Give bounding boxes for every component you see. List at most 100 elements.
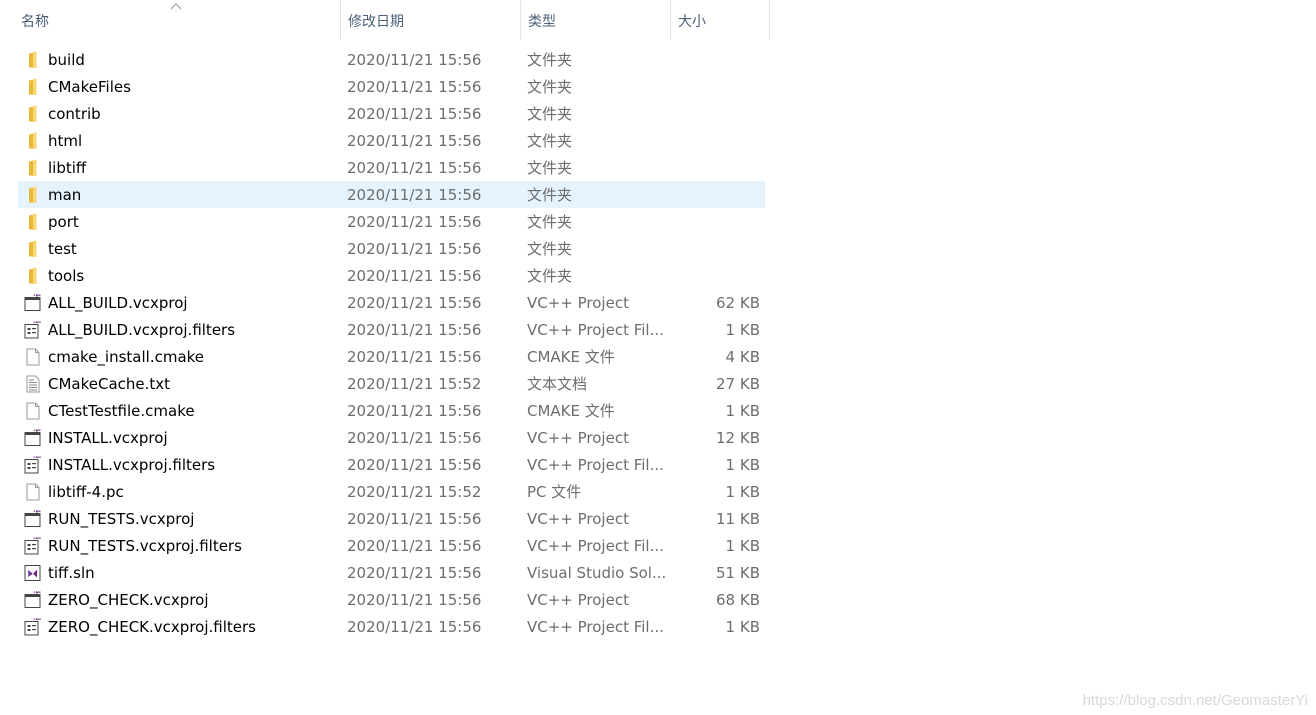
file-size: 27 KB <box>716 375 760 393</box>
file-row[interactable]: cmake_install.cmake 2020/11/21 15:56 CMAKE… <box>18 343 765 370</box>
folder-icon <box>24 267 42 285</box>
file-name: test <box>48 240 77 258</box>
file-date: 2020/11/21 15:56 <box>347 159 482 177</box>
file-row[interactable]: INSTALL.vcxproj.filters 2020/11/21 15:56 V… <box>18 451 765 478</box>
file-type: CMAKE 文件 <box>527 402 615 420</box>
vcxproj-icon <box>24 294 42 312</box>
file-date: 2020/11/21 15:56 <box>347 564 482 582</box>
file-row[interactable]: INSTALL.vcxproj 2020/11/21 15:56 VC++ Proj… <box>18 424 765 451</box>
folder-icon <box>24 51 42 69</box>
file-size: 11 KB <box>716 510 760 528</box>
column-header-type[interactable]: 类型 <box>520 0 670 40</box>
file-type: 文件夹 <box>527 213 573 231</box>
file-size: 4 KB <box>725 348 760 366</box>
file-row[interactable]: RUN_TESTS.vcxproj.filters 2020/11/21 15:5… <box>18 532 765 559</box>
file-name: CTestTestfile.cmake <box>48 402 195 420</box>
file-row[interactable]: test 2020/11/21 15:56 文件夹 <box>18 235 765 262</box>
file-row[interactable]: ZERO_CHECK.vcxproj 2020/11/21 15:56 VC++ P… <box>18 586 765 613</box>
file-type: 文件夹 <box>527 105 573 123</box>
file-name: port <box>48 213 79 231</box>
file-name: build <box>48 51 85 69</box>
file-name: INSTALL.vcxproj.filters <box>48 456 216 474</box>
vcxproj-filters-icon <box>24 456 42 474</box>
file-type: VC++ Project <box>527 510 629 528</box>
file-date: 2020/11/21 15:52 <box>347 483 482 501</box>
file-size <box>670 235 760 262</box>
file-name: cmake_install.cmake <box>48 348 205 366</box>
file-size <box>670 262 760 289</box>
file-name: ZERO_CHECK.vcxproj <box>48 591 209 609</box>
file-size: 1 KB <box>725 483 760 501</box>
vcxproj-icon <box>24 591 42 609</box>
file-type: 文件夹 <box>527 186 573 204</box>
file-size: 68 KB <box>716 591 760 609</box>
file-name: libtiff-4.pc <box>48 483 124 501</box>
file-date: 2020/11/21 15:56 <box>347 348 482 366</box>
file-row[interactable]: libtiff 2020/11/21 15:56 文件夹 <box>18 154 765 181</box>
file-name: html <box>48 132 83 150</box>
file-date: 2020/11/21 15:56 <box>347 618 482 636</box>
file-name: man <box>48 186 82 204</box>
file-name: RUN_TESTS.vcxproj <box>48 510 195 528</box>
file-date: 2020/11/21 15:56 <box>347 537 482 555</box>
file-name: INSTALL.vcxproj <box>48 429 168 447</box>
file-date: 2020/11/21 15:52 <box>347 375 482 393</box>
watermark: https://blog.csdn.net/GeomasterYi <box>1082 692 1308 709</box>
file-name: libtiff <box>48 159 87 177</box>
file-name: CMakeCache.txt <box>48 375 171 393</box>
column-header-size[interactable]: 大小 <box>670 0 770 40</box>
file-row[interactable]: ALL_BUILD.vcxproj.filters 2020/11/21 15:5… <box>18 316 765 343</box>
file-size <box>670 208 760 235</box>
file-row[interactable]: RUN_TESTS.vcxproj 2020/11/21 15:56 VC++ Pr… <box>18 505 765 532</box>
file-row[interactable]: ALL_BUILD.vcxproj 2020/11/21 15:56 VC++ Pr… <box>18 289 765 316</box>
file-icon <box>24 348 42 366</box>
file-size: 1 KB <box>725 618 760 636</box>
file-size <box>670 100 760 127</box>
file-type: VC++ Project Fil... <box>527 537 664 555</box>
file-name: ALL_BUILD.vcxproj <box>48 294 188 312</box>
file-size <box>670 127 760 154</box>
file-row[interactable]: CTestTestfile.cmake 2020/11/21 15:56 CMAKE… <box>18 397 765 424</box>
file-row[interactable]: man 2020/11/21 15:56 文件夹 <box>18 181 765 208</box>
file-type: VC++ Project <box>527 429 629 447</box>
file-row[interactable]: port 2020/11/21 15:56 文件夹 <box>18 208 765 235</box>
file-type: CMAKE 文件 <box>527 348 615 366</box>
file-date: 2020/11/21 15:56 <box>347 456 482 474</box>
file-row[interactable]: CMakeFiles 2020/11/21 15:56 文件夹 <box>18 73 765 100</box>
file-row[interactable]: tools 2020/11/21 15:56 文件夹 <box>18 262 765 289</box>
file-type: VC++ Project Fil... <box>527 456 664 474</box>
file-type: 文件夹 <box>527 132 573 150</box>
file-type: 文件夹 <box>527 267 573 285</box>
file-row[interactable]: build 2020/11/21 15:56 文件夹 <box>18 46 765 73</box>
column-header-name[interactable]: 名称 <box>14 0 340 40</box>
file-name: ZERO_CHECK.vcxproj.filters <box>48 618 256 636</box>
file-date: 2020/11/21 15:56 <box>347 267 482 285</box>
file-row[interactable]: libtiff-4.pc 2020/11/21 15:52 PC 文件 1 KB <box>18 478 765 505</box>
file-name: tiff.sln <box>48 564 95 582</box>
file-type: VC++ Project <box>527 294 629 312</box>
file-explorer: 名称 修改日期 类型 大小 build 2020/11/21 15:56 文件夹 CM… <box>0 0 1316 715</box>
file-date: 2020/11/21 15:56 <box>347 213 482 231</box>
file-date: 2020/11/21 15:56 <box>347 105 482 123</box>
file-name: CMakeFiles <box>48 78 131 96</box>
file-row[interactable]: tiff.sln 2020/11/21 15:56 Visual Studio So… <box>18 559 765 586</box>
file-size: 1 KB <box>725 537 760 555</box>
file-date: 2020/11/21 15:56 <box>347 78 482 96</box>
file-size: 62 KB <box>716 294 760 312</box>
file-type: PC 文件 <box>527 483 582 501</box>
file-size <box>670 181 760 208</box>
file-type: VC++ Project Fil... <box>527 321 664 339</box>
file-date: 2020/11/21 15:56 <box>347 510 482 528</box>
file-row[interactable]: ZERO_CHECK.vcxproj.filters 2020/11/21 15:… <box>18 613 765 640</box>
folder-icon <box>24 240 42 258</box>
column-header-date[interactable]: 修改日期 <box>340 0 520 40</box>
file-type: VC++ Project Fil... <box>527 618 664 636</box>
file-name: contrib <box>48 105 101 123</box>
file-row[interactable]: contrib 2020/11/21 15:56 文件夹 <box>18 100 765 127</box>
file-size <box>670 73 760 100</box>
file-date: 2020/11/21 15:56 <box>347 240 482 258</box>
file-row[interactable]: html 2020/11/21 15:56 文件夹 <box>18 127 765 154</box>
file-date: 2020/11/21 15:56 <box>347 186 482 204</box>
file-row[interactable]: CMakeCache.txt 2020/11/21 15:52 文本文档 27 KB <box>18 370 765 397</box>
file-type: VC++ Project <box>527 591 629 609</box>
